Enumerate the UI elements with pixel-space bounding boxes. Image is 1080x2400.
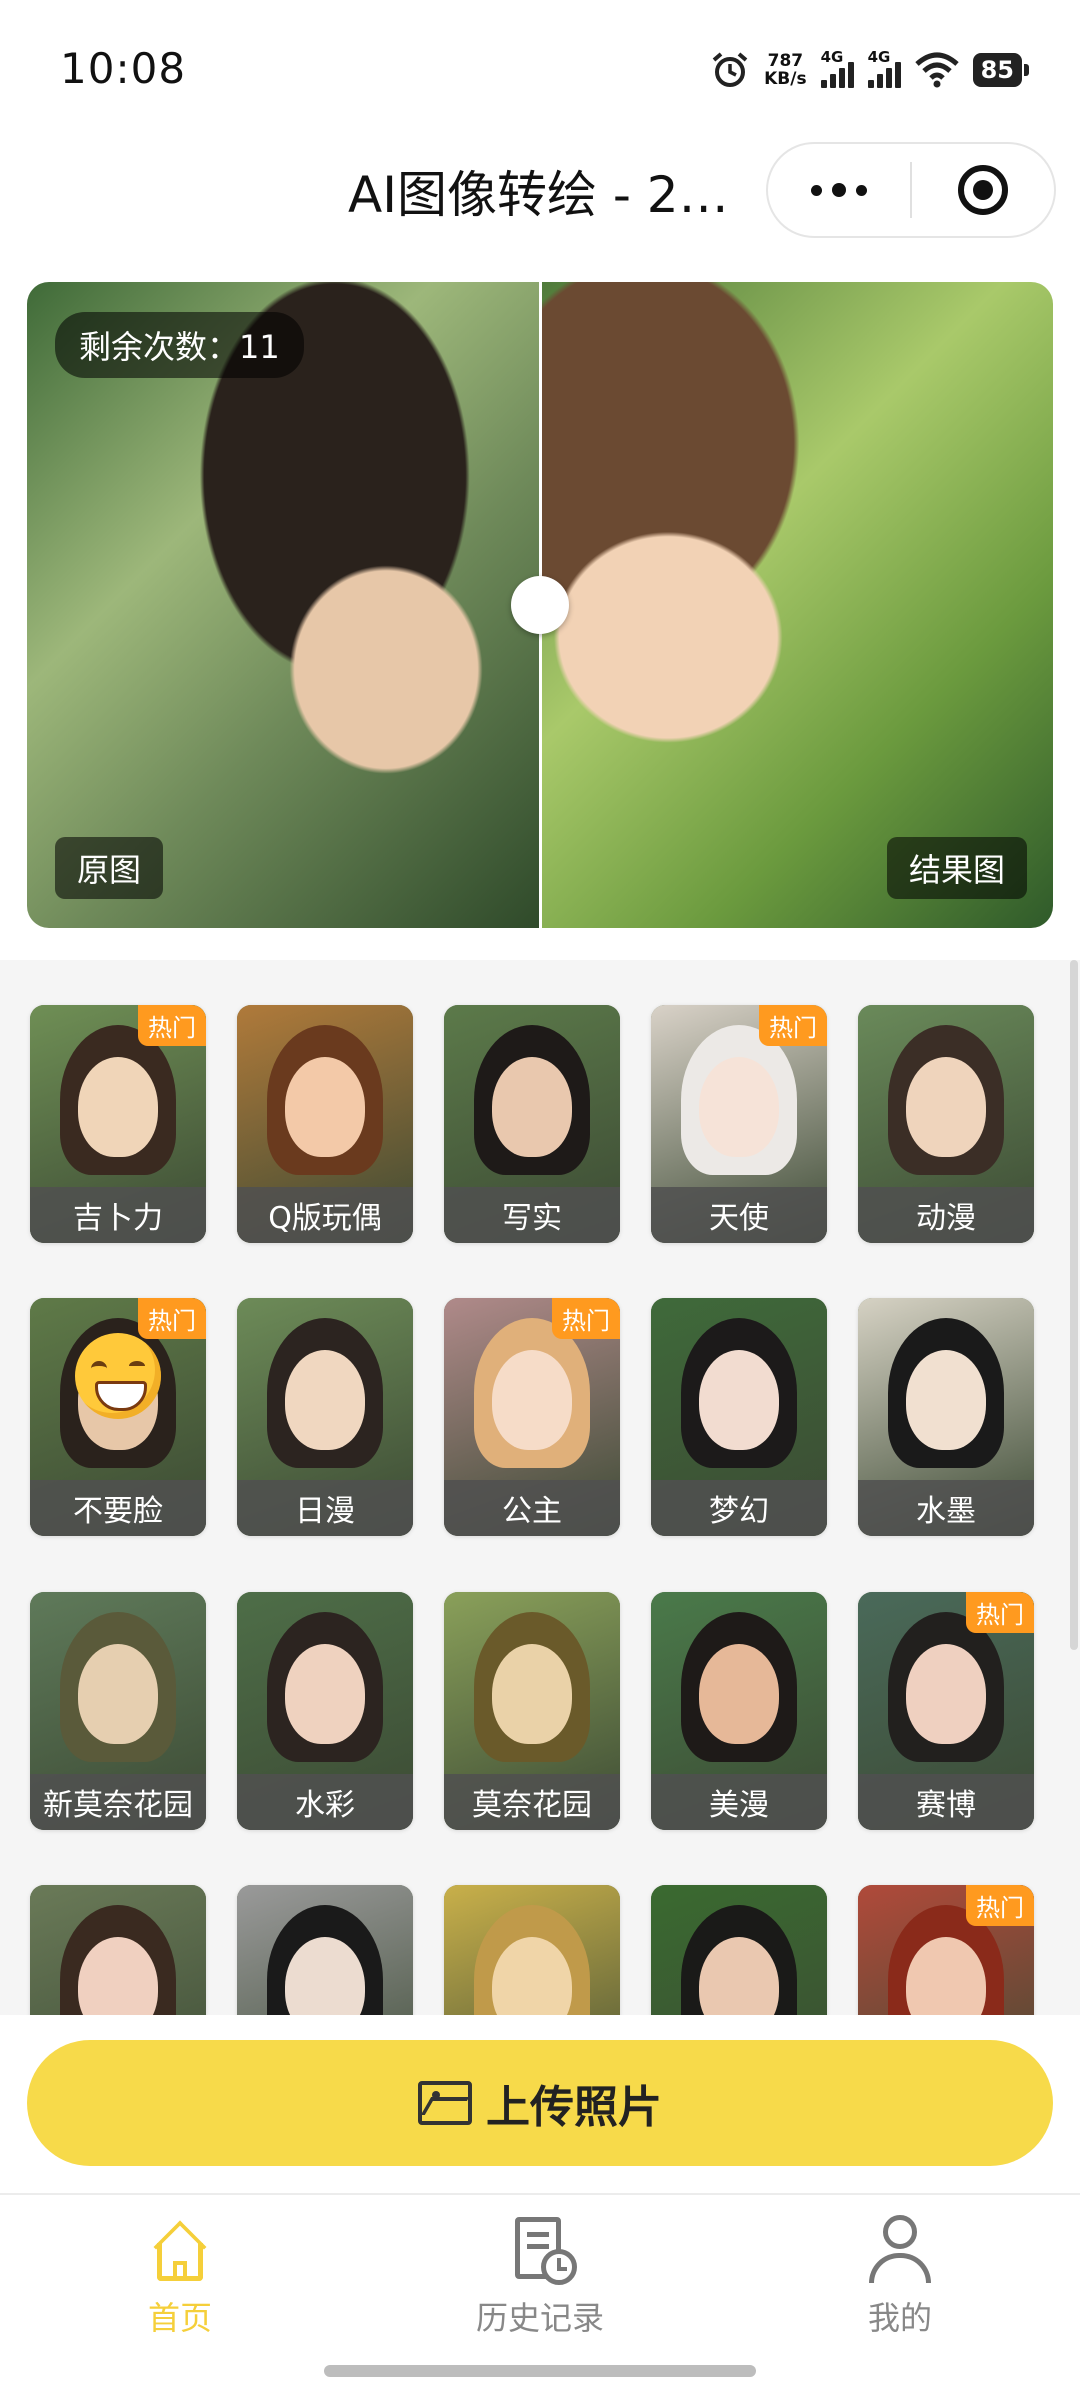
tab-home-label: 首页 <box>147 2299 212 2337</box>
compare-slider[interactable]: 剩余次数：11 原图 结果图 <box>27 282 1053 928</box>
scrollbar[interactable] <box>1070 960 1078 1650</box>
style-card[interactable] <box>30 1885 206 2015</box>
hot-badge: 热门 <box>138 1298 206 1339</box>
hot-badge: 热门 <box>759 1005 827 1046</box>
style-card[interactable] <box>651 1885 827 2015</box>
image-upload-icon <box>418 2081 472 2125</box>
hot-badge: 热门 <box>552 1298 620 1339</box>
style-label: 水彩 <box>237 1774 413 1830</box>
status-icons: 787 KB/s 4G 4G 85 <box>710 48 1030 92</box>
tab-history-label: 历史记录 <box>475 2299 604 2337</box>
style-label: 公主 <box>444 1480 620 1536</box>
style-card[interactable]: Q版玩偶 <box>237 1005 413 1243</box>
status-time: 10:08 <box>60 44 187 93</box>
style-card[interactable] <box>237 1885 413 2015</box>
style-thumbnail <box>444 1885 620 2015</box>
hot-badge: 热门 <box>966 1885 1034 1926</box>
style-card[interactable]: 赛博 热门 <box>858 1592 1034 1830</box>
style-card[interactable]: 莫奈花园 <box>444 1592 620 1830</box>
net-speed-value: 787 <box>767 51 804 71</box>
style-grid[interactable]: 吉卜力 热门 Q版玩偶 写实 天使 热门 动漫 不要脸 热门 日漫 公主 热门 梦幻 水墨 新莫奈花园 水彩莫… <box>0 960 1080 2015</box>
target-close-icon <box>957 165 1008 215</box>
style-label: 水墨 <box>858 1480 1034 1536</box>
more-dots-icon[interactable] <box>768 144 910 236</box>
style-label: Q版玩偶 <box>237 1187 413 1243</box>
style-card[interactable]: 公主 热门 <box>444 1298 620 1536</box>
style-card[interactable]: 美漫 <box>651 1592 827 1830</box>
tab-mine-label: 我的 <box>867 2299 932 2337</box>
history-icon <box>503 2213 577 2287</box>
style-label: 吉卜力 <box>30 1187 206 1243</box>
tab-history[interactable]: 历史记录 <box>440 2213 640 2339</box>
result-image <box>540 282 1053 928</box>
hot-badge: 热门 <box>138 1005 206 1046</box>
style-card[interactable]: 动漫 <box>858 1005 1034 1243</box>
style-label: 梦幻 <box>651 1480 827 1536</box>
style-label: 不要脸 <box>30 1480 206 1536</box>
style-thumbnail <box>30 1885 206 2015</box>
style-card[interactable]: 日漫 <box>237 1298 413 1536</box>
style-label: 写实 <box>444 1187 620 1243</box>
mini-program-capsule <box>766 142 1056 238</box>
hot-badge: 热门 <box>966 1592 1034 1633</box>
style-label: 美漫 <box>651 1774 827 1830</box>
style-card[interactable]: 热门 <box>858 1885 1034 2015</box>
style-label: 赛博 <box>858 1774 1034 1830</box>
home-icon <box>143 2213 217 2287</box>
original-image <box>27 282 540 928</box>
battery-icon: 85 <box>972 53 1030 87</box>
compare-handle[interactable] <box>511 576 569 634</box>
style-label: 天使 <box>651 1187 827 1243</box>
style-thumbnail <box>237 1885 413 2015</box>
style-card[interactable]: 水彩 <box>237 1592 413 1830</box>
original-label: 原图 <box>55 837 164 899</box>
net-speed-unit: KB/s <box>764 69 807 89</box>
style-thumbnail <box>651 1885 827 2015</box>
style-card[interactable]: 吉卜力 热门 <box>30 1005 206 1243</box>
style-card[interactable]: 天使 热门 <box>651 1005 827 1243</box>
tab-home[interactable]: 首页 <box>80 2213 280 2339</box>
signal-icon: 4G <box>867 48 901 88</box>
style-card[interactable]: 水墨 <box>858 1298 1034 1536</box>
upload-photo-label: 上传照片 <box>486 2082 662 2133</box>
style-label: 莫奈花园 <box>444 1774 620 1830</box>
style-card[interactable] <box>444 1885 620 2015</box>
result-label: 结果图 <box>886 837 1027 899</box>
home-indicator <box>324 2365 756 2377</box>
sim2-label: 4G <box>867 48 891 66</box>
wifi-icon <box>914 52 959 88</box>
page-title: AI图像转绘 - 2… <box>348 166 729 224</box>
net-speed: 787 KB/s <box>764 52 806 88</box>
style-card[interactable]: 写实 <box>444 1005 620 1243</box>
style-label: 日漫 <box>237 1480 413 1536</box>
style-card[interactable]: 不要脸 热门 <box>30 1298 206 1536</box>
tab-mine[interactable]: 我的 <box>800 2213 1000 2339</box>
style-label: 动漫 <box>858 1187 1034 1243</box>
user-icon <box>863 2213 937 2287</box>
style-card[interactable]: 新莫奈花园 <box>30 1592 206 1830</box>
grinning-emoji-icon <box>75 1333 161 1419</box>
sim1-label: 4G <box>820 48 844 66</box>
close-button[interactable] <box>912 144 1054 236</box>
alarm-icon <box>712 52 748 87</box>
status-bar: 10:08 787 KB/s 4G 4G 85 <box>0 0 1080 140</box>
style-label: 新莫奈花园 <box>30 1774 206 1830</box>
upload-photo-button[interactable]: 上传照片 <box>27 2040 1053 2166</box>
style-card[interactable]: 梦幻 <box>651 1298 827 1536</box>
remaining-count-badge: 剩余次数：11 <box>55 312 304 378</box>
signal-icon: 4G <box>820 48 854 88</box>
